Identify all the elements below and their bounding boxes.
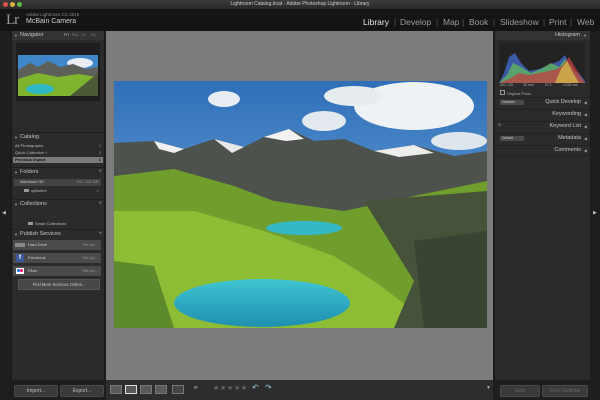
quick-develop-header[interactable]: Defaults Quick Develop ◀: [495, 97, 590, 107]
flag-icon[interactable]: ⚑: [193, 385, 198, 392]
collapse-right-icon[interactable]: ▶: [593, 210, 597, 216]
survey-view-icon[interactable]: [155, 385, 167, 394]
module-develop[interactable]: Develop: [400, 17, 431, 27]
expand-triangle-icon: ▼: [14, 202, 18, 207]
module-library[interactable]: Library: [363, 17, 389, 27]
module-separator: |: [493, 18, 496, 27]
module-separator: |: [462, 18, 465, 27]
zoom-window-button[interactable]: [17, 2, 22, 7]
expand-triangle-icon: ▼: [14, 170, 18, 175]
loupe-view-icon[interactable]: [125, 385, 137, 394]
collapse-triangle-icon: ◀: [583, 136, 587, 141]
main-photo[interactable]: [114, 81, 487, 328]
original-photo-toggle[interactable]: Original Photo: [500, 90, 531, 96]
add-keyword-icon[interactable]: +: [498, 122, 502, 131]
expand-triangle-icon: ▼: [583, 33, 587, 38]
sync-button[interactable]: Sync: [500, 385, 540, 397]
publish-service-facebook[interactable]: f Facebook Set Up...: [13, 253, 101, 263]
comments-header[interactable]: Comments ◀: [495, 145, 590, 156]
sync-settings-button[interactable]: Sync Settings: [542, 385, 588, 397]
catalog-item-quick-collection[interactable]: Quick Collection +0: [13, 150, 103, 156]
smart-collections-row[interactable]: Smart Collections: [28, 221, 101, 227]
collection-set-icon: [28, 222, 33, 225]
module-separator: |: [570, 18, 573, 27]
module-separator: |: [543, 18, 546, 27]
find-more-services-button[interactable]: Find More Services Online...: [18, 279, 100, 290]
add-folder-icon[interactable]: +: [98, 168, 102, 177]
folders-header[interactable]: ▼ Folders +: [12, 167, 104, 177]
collapse-left-icon[interactable]: ◀: [2, 210, 6, 216]
collections-header[interactable]: ▼ Collections +: [12, 199, 104, 209]
histogram-header[interactable]: Histogram ▼: [495, 31, 590, 40]
people-view-icon[interactable]: [172, 385, 184, 394]
collapse-triangle-icon: ◀: [583, 100, 587, 105]
rating-star-3-icon[interactable]: ★: [227, 384, 233, 392]
rotate-right-icon[interactable]: ↷: [265, 383, 272, 392]
expand-triangle-icon: ▼: [14, 232, 18, 237]
publish-service-hard-drive[interactable]: Hard Drive Set Up...: [13, 240, 101, 250]
zoom-1-1[interactable]: 1:1: [81, 31, 86, 40]
right-panel-toggle-strip[interactable]: [590, 31, 600, 380]
rating-star-1-icon[interactable]: ★: [213, 384, 219, 392]
collapse-triangle-icon: ◀: [583, 112, 587, 117]
window-titlebar: Lightroom Catalog.lrcat - Adobe Photosho…: [0, 0, 600, 9]
hard-drive-icon: [15, 243, 25, 247]
collapse-triangle-icon: ◀: [583, 124, 587, 129]
expand-triangle-icon: ▼: [14, 33, 18, 38]
catalog-item-all-photographs[interactable]: All Photographs 1: [13, 143, 103, 149]
add-service-icon[interactable]: +: [98, 230, 102, 239]
zoom-fill[interactable]: FILL: [72, 31, 79, 40]
facebook-icon: f: [16, 254, 24, 262]
import-button[interactable]: Import...: [14, 385, 58, 397]
rating-star-4-icon[interactable]: ★: [234, 384, 240, 392]
zoom-3-1[interactable]: 3:1: [91, 31, 96, 40]
collapse-triangle-icon: ◀: [583, 148, 587, 153]
histogram-readout: ISO 125 35 mm f/7.1 1/250 sec: [500, 83, 579, 87]
checkbox-icon[interactable]: [500, 90, 505, 95]
publish-service-flickr[interactable]: Flickr Set Up...: [13, 266, 101, 276]
lightroom-logo: Lr: [6, 12, 19, 28]
metadata-header[interactable]: Default Metadata ◀: [495, 133, 590, 143]
expand-triangle-icon: ▼: [14, 135, 18, 140]
module-slideshow[interactable]: Slideshow: [500, 17, 539, 27]
left-panel-toggle-strip[interactable]: [0, 31, 10, 380]
catalog-item-previous-import[interactable]: Previous Import 1: [13, 157, 103, 163]
minimize-window-button[interactable]: [10, 2, 15, 7]
folder-icon: [24, 189, 29, 192]
compare-view-icon[interactable]: [140, 385, 152, 394]
metadata-view-dropdown[interactable]: Default: [500, 136, 524, 141]
identity-name: McBain Camera: [26, 18, 77, 25]
navigator-preview[interactable]: [18, 55, 98, 96]
module-book[interactable]: Book: [469, 17, 488, 27]
keywording-header[interactable]: Keywording ◀: [495, 109, 590, 119]
rotate-left-icon[interactable]: ↶: [252, 383, 259, 392]
zoom-fit[interactable]: FIT: [64, 31, 69, 40]
publish-services-header[interactable]: ▼ Publish Services +: [12, 229, 104, 239]
preset-dropdown[interactable]: Defaults: [500, 100, 524, 105]
folder-row-splitshire[interactable]: splitshire 1: [24, 188, 101, 194]
grid-view-icon[interactable]: [110, 385, 122, 394]
module-separator: |: [436, 18, 439, 27]
add-collection-icon[interactable]: +: [98, 200, 102, 209]
right-panel: Histogram ▼ ISO 125 35 mm f/7.1 1/250 se…: [495, 31, 590, 380]
left-panel: ▼ Navigator FIT FILL 1:1 3:1 ▼ Catalog A…: [12, 31, 104, 380]
toolbar-menu-icon[interactable]: ▼: [486, 385, 491, 391]
module-web[interactable]: Web: [577, 17, 594, 27]
window-title: Lightroom Catalog.lrcat - Adobe Photosho…: [230, 1, 370, 7]
module-separator: |: [394, 18, 397, 27]
close-window-button[interactable]: [3, 2, 8, 7]
catalog-header[interactable]: ▼ Catalog: [12, 132, 104, 142]
module-print[interactable]: Print: [549, 17, 566, 27]
volume-row[interactable]: Macintosh HD 9/1 / 105 GB: [14, 179, 101, 186]
rating-star-2-icon[interactable]: ★: [220, 384, 226, 392]
module-map[interactable]: Map: [443, 17, 460, 27]
navigator-header[interactable]: ▼ Navigator FIT FILL 1:1 3:1: [12, 31, 104, 40]
identity-subtitle: Adobe Lightroom CC 2015: [26, 12, 80, 17]
histogram-graph[interactable]: [499, 43, 585, 83]
rating-star-5-icon[interactable]: ★: [241, 384, 247, 392]
flickr-icon: [16, 268, 24, 274]
keyword-list-header[interactable]: + Keyword List ◀: [495, 121, 590, 131]
export-button[interactable]: Export...: [60, 385, 104, 397]
